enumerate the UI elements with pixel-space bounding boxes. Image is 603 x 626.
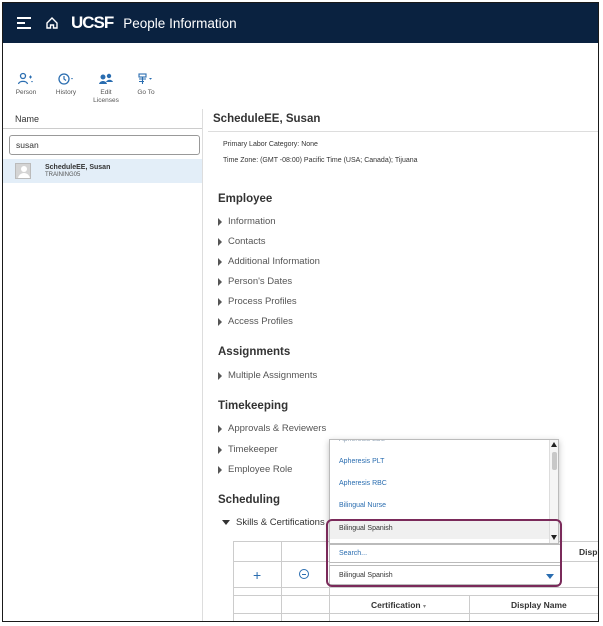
option-apheresis-partial: Apheresis LDL [339,439,385,443]
sort-icon: ▾ [422,604,426,610]
menu-icon[interactable] [17,17,31,29]
caret-right-icon [218,257,222,266]
item-label: Access Profiles [228,316,293,327]
item-employee-role[interactable]: Employee Role [218,464,292,475]
goto-icon [137,71,155,87]
caret-right-icon [218,317,222,326]
highlight-annotation [326,519,562,587]
app-title: People Information [123,15,237,31]
person-name: ScheduleEE, Susan [45,164,111,171]
item-label: Contacts [228,236,266,247]
primary-labor-category: Primary Labor Category: None [223,141,318,148]
grid-line [233,541,234,621]
person-icon [17,71,35,87]
caret-right-icon [218,424,222,433]
history-icon [57,71,75,87]
caret-right-icon [218,277,222,286]
option-apheresis-rbc[interactable]: Apheresis RBC [339,480,387,487]
home-icon[interactable] [45,16,59,30]
item-access-profiles[interactable]: Access Profiles [218,316,293,327]
item-additional-information[interactable]: Additional Information [218,256,320,267]
caret-right-icon [218,217,222,226]
item-label: Approvals & Reviewers [228,423,327,434]
remove-row-icon[interactable] [299,569,309,579]
item-process-profiles[interactable]: Process Profiles [218,296,297,307]
name-column-header[interactable]: Name [3,109,202,129]
section-employee: Employee [218,193,273,205]
divider [208,131,598,132]
caret-right-icon [218,445,222,454]
item-label: Additional Information [228,256,320,267]
item-label: Timekeeper [228,444,278,455]
item-multiple-assignments[interactable]: Multiple Assignments [218,370,317,381]
certification-column-header[interactable]: Certification ▾ [371,600,426,610]
go-to-button[interactable]: Go To [131,71,161,105]
item-label: Multiple Assignments [228,370,318,381]
item-label: Process Profiles [228,296,297,307]
edit-licenses-label: Edit Licenses [93,89,119,104]
item-persons-dates[interactable]: Person's Dates [218,276,292,287]
person-id: TRAINING05 [45,172,81,178]
history-label: History [55,89,77,96]
section-assignments: Assignments [218,346,291,358]
person-label: Person [15,89,37,96]
person-button[interactable]: Person [11,71,41,105]
item-label: Employee Role [228,464,293,475]
grid-line [469,595,470,621]
item-label: Information [228,216,276,227]
name-search-input[interactable] [9,135,200,155]
option-bilingual-nurse[interactable]: Bilingual Nurse [339,502,386,509]
ucsf-logo: UCSF [71,13,114,32]
add-row-icon[interactable]: + [253,567,261,583]
history-button[interactable]: History [51,71,81,105]
caret-right-icon [218,297,222,306]
section-timekeeping: Timekeeping [218,400,289,412]
time-zone: Time Zone: (GMT -08:00) Pacific Time (US… [223,157,418,164]
display-name-column-header[interactable]: Display Name [511,600,567,610]
item-label: Skills & Certifications [236,517,325,528]
item-approvals-reviewers[interactable]: Approvals & Reviewers [218,423,326,434]
caret-down-icon [222,520,230,525]
item-information[interactable]: Information [218,216,276,227]
grid-line [233,613,598,614]
licenses-icon [98,71,114,87]
caret-right-icon [218,371,222,380]
grid-line [281,541,282,621]
top-bar: UCSF People Information [3,3,598,43]
list-item[interactable]: ScheduleEE, Susan TRAINING05 [3,159,202,183]
page-title: ScheduleEE, Susan [213,113,321,125]
caret-right-icon [218,465,222,474]
caret-right-icon [218,237,222,246]
edit-licenses-button[interactable]: Edit Licenses [91,71,121,105]
toolbar: Person History Edit Licenses Go To [11,71,161,105]
section-scheduling: Scheduling [218,494,280,506]
display-column-header-partial[interactable]: Displ [579,547,598,557]
avatar [15,163,31,179]
go-to-label: Go To [137,89,155,96]
grid-line [233,595,598,596]
scroll-up-icon[interactable] [551,442,557,447]
scroll-thumb[interactable] [552,452,557,470]
item-timekeeper[interactable]: Timekeeper [218,444,278,455]
item-label: Person's Dates [228,276,293,287]
column-label: Certification [371,600,421,610]
grid-line [233,587,598,588]
app-window: UCSF People Information Person History E… [2,2,599,622]
item-skills-certifications[interactable]: Skills & Certifications [222,517,325,528]
option-apheresis-plt[interactable]: Apheresis PLT [339,458,384,465]
item-contacts[interactable]: Contacts [218,236,266,247]
people-list-panel: Name ScheduleEE, Susan TRAINING05 [3,109,203,621]
